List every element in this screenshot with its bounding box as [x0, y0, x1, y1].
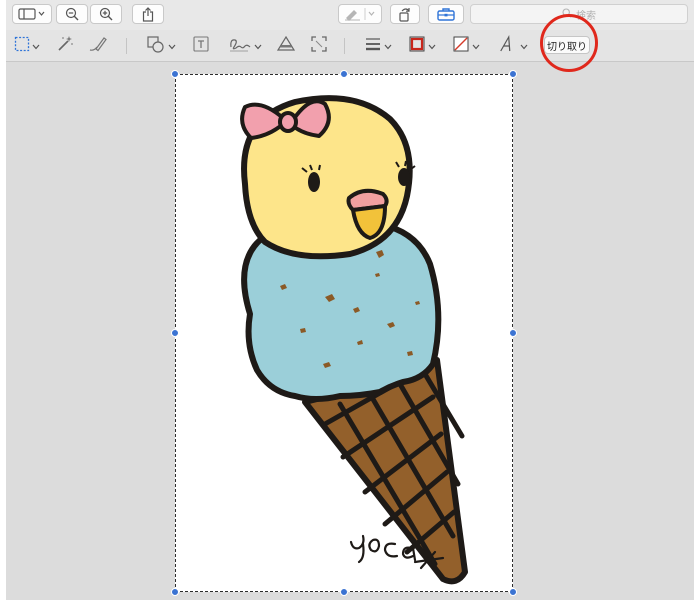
- fill-color-icon: [452, 35, 470, 58]
- shape-style-button[interactable]: [364, 35, 392, 57]
- shapes-button[interactable]: [146, 35, 176, 57]
- instant-alpha-icon: [56, 35, 74, 58]
- selection-handle-right[interactable]: [509, 329, 517, 337]
- adjust-color-icon: [276, 35, 296, 58]
- selection-tool-button[interactable]: [14, 35, 40, 57]
- chevron-down-icon: [32, 37, 40, 55]
- border-color-icon: [408, 35, 426, 58]
- zoom-out-icon: [65, 7, 79, 21]
- selection-handle-top-left[interactable]: [171, 70, 179, 78]
- toolbox-icon: [437, 7, 455, 21]
- border-color-button[interactable]: [408, 35, 436, 57]
- chevron-down-icon: [384, 37, 392, 55]
- rotate-icon: [398, 7, 412, 22]
- adjust-color-button[interactable]: [276, 35, 296, 57]
- image-content: [175, 74, 513, 592]
- text-style-icon: [500, 34, 518, 58]
- zoom-in-icon: [99, 7, 113, 21]
- sidebar-button[interactable]: [12, 4, 52, 24]
- search-icon: [562, 7, 572, 21]
- crop-button[interactable]: 切り取り: [544, 36, 590, 54]
- markup-toolbar: 切り取り: [6, 30, 694, 62]
- selection-handle-top-right[interactable]: [509, 70, 517, 78]
- chevron-down-icon: [520, 37, 528, 55]
- zoom-in-button[interactable]: [90, 4, 122, 24]
- adjust-size-icon: [310, 35, 328, 58]
- share-button[interactable]: [132, 4, 164, 24]
- zoom-out-button[interactable]: [56, 4, 88, 24]
- selection-handle-top[interactable]: [340, 70, 348, 78]
- chevron-down-icon: [168, 37, 176, 55]
- chevron-down-icon: [428, 37, 436, 55]
- fill-color-button[interactable]: [452, 35, 480, 57]
- text-style-button[interactable]: [500, 34, 528, 58]
- selection-handle-left[interactable]: [171, 329, 179, 337]
- main-toolbar: 検索: [6, 0, 694, 30]
- shapes-icon: [146, 35, 166, 58]
- search-placeholder: 検索: [576, 10, 596, 22]
- toolbar-divider: [126, 38, 127, 54]
- instant-alpha-button[interactable]: [56, 35, 74, 57]
- signature-button[interactable]: [228, 35, 262, 57]
- sketch-icon: [88, 35, 108, 58]
- text-box-button[interactable]: [192, 35, 210, 57]
- selection-handle-bottom-right[interactable]: [509, 588, 517, 596]
- chevron-down-icon: [254, 37, 262, 55]
- adjust-size-button[interactable]: [310, 35, 328, 57]
- preview-window: 検索 切り取り: [6, 0, 694, 600]
- sidebar-icon: [18, 8, 46, 20]
- markup-toolbar-toggle[interactable]: [338, 4, 382, 24]
- toolbox-button[interactable]: [428, 4, 464, 24]
- document-canvas: [6, 62, 694, 600]
- rectangular-selection-icon: [14, 36, 30, 57]
- chevron-down-icon: [472, 37, 480, 55]
- text-box-icon: [192, 35, 210, 58]
- signature-icon: [228, 35, 252, 58]
- selection-handle-bottom-left[interactable]: [171, 588, 179, 596]
- sketch-button[interactable]: [88, 35, 108, 57]
- rotate-button[interactable]: [390, 4, 420, 24]
- share-icon: [142, 6, 154, 22]
- shape-style-icon: [364, 36, 382, 57]
- search-field[interactable]: 検索: [470, 4, 688, 24]
- markup-pen-icon: [342, 7, 378, 21]
- crop-button-label: 切り取り: [547, 41, 587, 53]
- ice-cream-chick-illustration: [240, 95, 468, 585]
- selection-handle-bottom[interactable]: [340, 588, 348, 596]
- toolbar-divider: [344, 38, 345, 54]
